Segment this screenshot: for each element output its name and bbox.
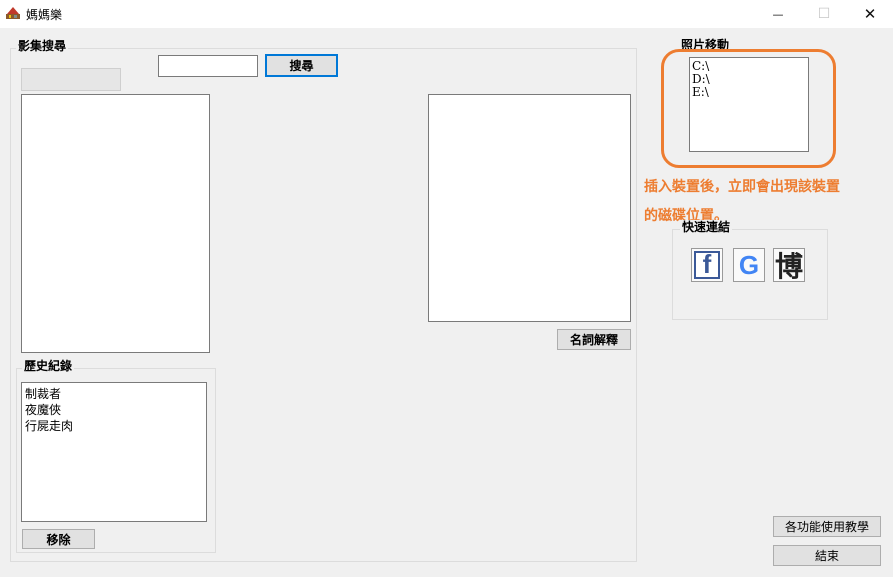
maximize-button: ☐ <box>801 0 847 28</box>
search-input[interactable] <box>158 55 258 77</box>
results-list[interactable] <box>21 94 210 353</box>
minimize-icon: — <box>772 7 784 21</box>
minimize-button[interactable]: — <box>755 0 801 28</box>
history-item[interactable]: 夜魔俠 <box>22 402 206 418</box>
detail-list[interactable] <box>428 94 631 322</box>
google-button[interactable]: G <box>733 248 765 282</box>
history-group-label: 歷史紀錄 <box>22 359 75 373</box>
app-icon <box>6 7 20 19</box>
tutorial-button[interactable]: 各功能使用教學 <box>773 516 881 537</box>
facebook-icon: f <box>694 251 720 279</box>
history-item[interactable]: 行屍走肉 <box>22 418 206 434</box>
quick-links-label: 快速連結 <box>680 220 733 234</box>
bo-icon: 博 <box>774 250 803 283</box>
google-icon: G <box>738 249 760 280</box>
title-bar: 媽媽樂 — ☐ ✕ <box>0 0 893 28</box>
exit-button[interactable]: 結束 <box>773 545 881 566</box>
remove-button[interactable]: 移除 <box>22 529 95 549</box>
disabled-combo <box>21 68 121 91</box>
history-item[interactable]: 制裁者 <box>22 386 206 402</box>
bo-button[interactable]: 博 <box>773 248 805 283</box>
drive-highlight-outline <box>661 49 836 168</box>
window-title: 媽媽樂 <box>26 8 63 22</box>
maximize-icon: ☐ <box>817 6 831 22</box>
history-list[interactable]: 制裁者 夜魔俠 行屍走肉 <box>21 382 207 522</box>
facebook-button[interactable]: f <box>691 248 723 282</box>
search-button[interactable]: 搜尋 <box>265 54 338 77</box>
annotation-line-1: 插入裝置後，立即會出現該裝置 <box>644 179 840 195</box>
close-button[interactable]: ✕ <box>847 0 893 28</box>
search-group-label: 影集搜尋 <box>16 39 69 53</box>
close-icon: ✕ <box>863 5 877 23</box>
glossary-button[interactable]: 名詞解釋 <box>557 329 631 350</box>
